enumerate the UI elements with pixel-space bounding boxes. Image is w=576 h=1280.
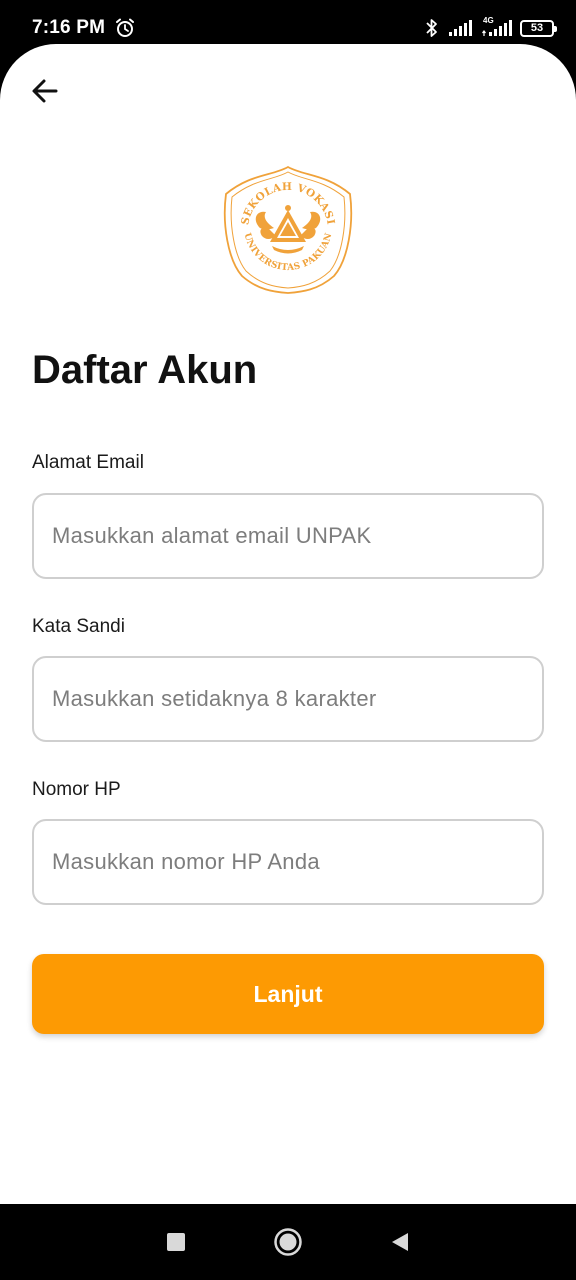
home-circle-icon[interactable] (264, 1218, 312, 1266)
bluetooth-icon (424, 18, 440, 38)
status-icons: 4G 53 (424, 16, 557, 38)
recents-square-icon[interactable] (152, 1218, 200, 1266)
battery-level: 53 (530, 22, 544, 34)
signal-icon (448, 19, 472, 37)
password-field[interactable] (32, 656, 544, 742)
arrow-left-icon (32, 79, 58, 103)
alarm-icon (115, 18, 135, 38)
phone-label: Nomor HP (32, 779, 121, 800)
phone-screen: 7:16 PM 4G 53 SEKOLAH VOKASI UNIVERSITAS… (0, 0, 576, 1280)
email-field[interactable] (32, 493, 544, 579)
email-label: Alamat Email (32, 452, 144, 473)
university-logo: SEKOLAH VOKASI UNIVERSITAS PAKUAN (222, 164, 354, 296)
password-label: Kata Sandi (32, 616, 125, 637)
register-page: SEKOLAH VOKASI UNIVERSITAS PAKUAN Daftar… (0, 44, 576, 1204)
continue-button[interactable]: Lanjut (32, 954, 544, 1034)
battery-icon: 53 (520, 19, 557, 37)
phone-field[interactable] (32, 819, 544, 905)
page-title: Daftar Akun (32, 348, 258, 392)
back-button[interactable] (28, 74, 62, 108)
status-time: 7:16 PM (32, 17, 106, 38)
back-triangle-icon[interactable] (376, 1218, 424, 1266)
navigation-bar (0, 1204, 576, 1280)
signal-4g-icon: 4G (480, 16, 512, 38)
